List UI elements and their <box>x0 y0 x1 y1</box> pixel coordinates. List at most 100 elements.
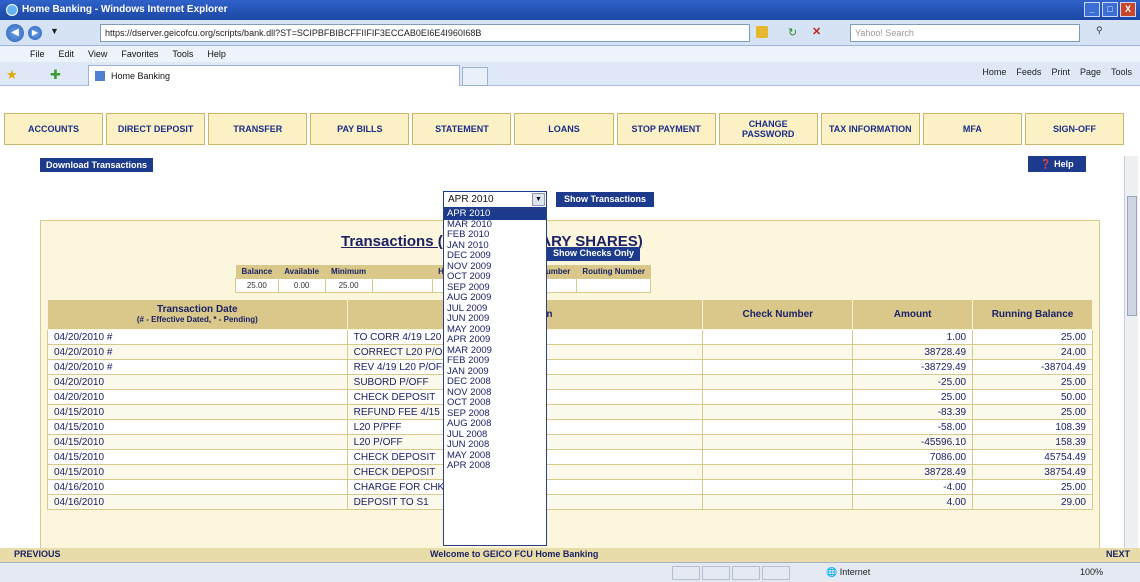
url-input[interactable]: https://dserver.geicofcu.org/scripts/ban… <box>100 24 750 42</box>
scrollbar-thumb[interactable] <box>1127 196 1137 316</box>
menu-tools[interactable]: Tools <box>172 49 193 62</box>
transactions-body: 04/20/2010 # TO CORR 4/19 L20 P/OF 1.00 25.… <box>47 329 1093 510</box>
menu-favorites[interactable]: Favorites <box>121 49 158 62</box>
month-option[interactable]: JUN 2009 <box>444 314 546 325</box>
month-option[interactable]: DEC 2009 <box>444 251 546 262</box>
row-amount: 7086.00 <box>852 449 974 465</box>
row-date: 04/16/2010 <box>47 494 348 510</box>
nav-loans[interactable]: LOANS <box>514 113 614 145</box>
row-check-number <box>702 389 854 405</box>
favorites-star-icon[interactable]: ★ <box>6 67 18 83</box>
print-icon[interactable]: Print <box>1051 67 1070 77</box>
row-check-number <box>702 329 854 345</box>
month-option[interactable]: AUG 2008 <box>444 419 546 430</box>
row-amount: -83.39 <box>852 404 974 420</box>
nav-mfa[interactable]: MFA <box>922 113 1022 145</box>
forward-icon[interactable]: ▶ <box>28 26 42 40</box>
hidden-value <box>371 278 433 293</box>
row-date: 04/20/2010 <box>47 374 348 390</box>
lock-icon[interactable] <box>756 26 768 38</box>
month-option[interactable]: APR 2008 <box>444 461 546 472</box>
status-segment <box>702 566 730 580</box>
row-running-balance: 24.00 <box>972 344 1093 360</box>
row-amount: 25.00 <box>852 389 974 405</box>
nav-accounts[interactable]: ACCOUNTS <box>4 113 104 145</box>
month-dropdown-list[interactable]: APR 2010 MAR 2010 FEB 2010 JAN 2010 DEC 2009… <box>443 208 547 546</box>
vertical-scrollbar[interactable] <box>1124 156 1138 556</box>
menu-file[interactable]: File <box>30 49 45 62</box>
table-row: 04/15/2010 REFUND FEE 4/15 CR/20-SU -83.39… <box>47 404 1093 420</box>
nav-statement[interactable]: STATEMENT <box>412 113 512 145</box>
row-running-balance: 50.00 <box>972 389 1093 405</box>
row-running-balance: 108.39 <box>972 419 1093 435</box>
add-favorite-icon[interactable]: ✚ <box>50 67 61 83</box>
search-icon[interactable]: ⚲ <box>1096 25 1103 36</box>
download-transactions-button[interactable]: Download Transactions <box>40 158 154 172</box>
maximize-button[interactable]: □ <box>1102 2 1118 17</box>
minimum-header: Minimum <box>325 265 373 279</box>
feeds-icon[interactable]: Feeds <box>1016 67 1041 77</box>
month-option[interactable]: OCT 2009 <box>444 272 546 283</box>
nav-tax-information[interactable]: TAX INFORMATION <box>820 113 920 145</box>
row-running-balance: -38704.49 <box>972 359 1093 375</box>
stop-icon[interactable]: ✕ <box>812 25 821 38</box>
nav-direct-deposit[interactable]: DIRECT DEPOSIT <box>106 113 206 145</box>
row-amount: -38729.49 <box>852 359 974 375</box>
nav-stop-payment[interactable]: STOP PAYMENT <box>616 113 716 145</box>
row-check-number <box>702 479 854 495</box>
row-check-number <box>702 494 854 510</box>
row-check-number <box>702 449 854 465</box>
nav-change-password[interactable]: CHANGE PASSWORD <box>718 113 818 145</box>
minimize-button[interactable]: _ <box>1084 2 1100 17</box>
next-link[interactable]: NEXT <box>1106 549 1130 559</box>
menu-edit[interactable]: Edit <box>59 49 75 62</box>
amount-header[interactable]: Amount <box>852 299 974 330</box>
month-option[interactable]: OCT 2008 <box>444 398 546 409</box>
table-row: 04/20/2010 # TO CORR 4/19 L20 P/OF 1.00 25.… <box>47 329 1093 345</box>
show-transactions-button[interactable]: Show Transactions <box>556 192 655 207</box>
home-icon[interactable]: Home <box>982 67 1006 77</box>
show-checks-only-button[interactable]: Show Checks Only <box>547 247 641 261</box>
month-option[interactable]: JUN 2008 <box>444 440 546 451</box>
internet-zone[interactable]: 🌐 Internet <box>826 567 870 578</box>
nav-transfer[interactable]: TRANSFER <box>208 113 308 145</box>
row-check-number <box>702 464 854 480</box>
row-amount: -25.00 <box>852 374 974 390</box>
tab-bar: ★ ✚ Home Banking Home Feeds Print Page T… <box>0 62 1140 86</box>
row-date: 04/15/2010 <box>47 434 348 450</box>
date-header[interactable]: Transaction Date (# - Effective Dated, * … <box>47 299 348 330</box>
page-menu[interactable]: Page <box>1080 67 1101 77</box>
zoom-level[interactable]: 100% <box>1080 567 1103 577</box>
month-option[interactable]: FEB 2010 <box>444 230 546 241</box>
month-option[interactable]: AUG 2009 <box>444 293 546 304</box>
row-check-number <box>702 434 854 450</box>
nav-sign-off[interactable]: SIGN-OFF <box>1024 113 1125 145</box>
month-option[interactable]: APR 2009 <box>444 335 546 346</box>
menu-view[interactable]: View <box>88 49 107 62</box>
table-row: 04/16/2010 CHARGE FOR CHK FEE -4.00 25.00 <box>47 479 1093 495</box>
chevron-down-icon[interactable]: ▼ <box>532 193 545 206</box>
table-row: 04/15/2010 CHECK DEPOSIT 38728.49 38754.49 <box>47 464 1093 480</box>
help-button[interactable]: ❓ Help <box>1028 156 1086 172</box>
refresh-icon[interactable]: ↻ <box>788 26 797 39</box>
previous-link[interactable]: PREVIOUS <box>14 549 61 559</box>
search-input[interactable]: Yahoo! Search <box>850 24 1080 42</box>
row-date: 04/15/2010 <box>47 449 348 465</box>
bank-nav: ACCOUNTS DIRECT DEPOSIT TRANSFER PAY BIL… <box>4 113 1125 145</box>
history-dropdown-icon[interactable]: ▼ <box>50 26 59 36</box>
close-button[interactable]: X <box>1120 2 1136 17</box>
tab-home-banking[interactable]: Home Banking <box>88 65 460 86</box>
check-number-header[interactable]: Check Number <box>702 299 854 330</box>
month-option[interactable]: APR 2010 <box>444 209 546 220</box>
tools-menu[interactable]: Tools <box>1111 67 1132 77</box>
new-tab-button[interactable] <box>462 67 488 86</box>
row-date: 04/15/2010 <box>47 404 348 420</box>
menu-help[interactable]: Help <box>207 49 226 62</box>
nav-pay-bills[interactable]: PAY BILLS <box>310 113 410 145</box>
back-icon[interactable]: ◀ <box>6 24 24 42</box>
running-balance-header[interactable]: Running Balance <box>972 299 1093 330</box>
month-option[interactable]: DEC 2008 <box>444 377 546 388</box>
row-amount: -58.00 <box>852 419 974 435</box>
month-option[interactable]: FEB 2009 <box>444 356 546 367</box>
month-select[interactable]: APR 2010 ▼ <box>443 191 547 208</box>
